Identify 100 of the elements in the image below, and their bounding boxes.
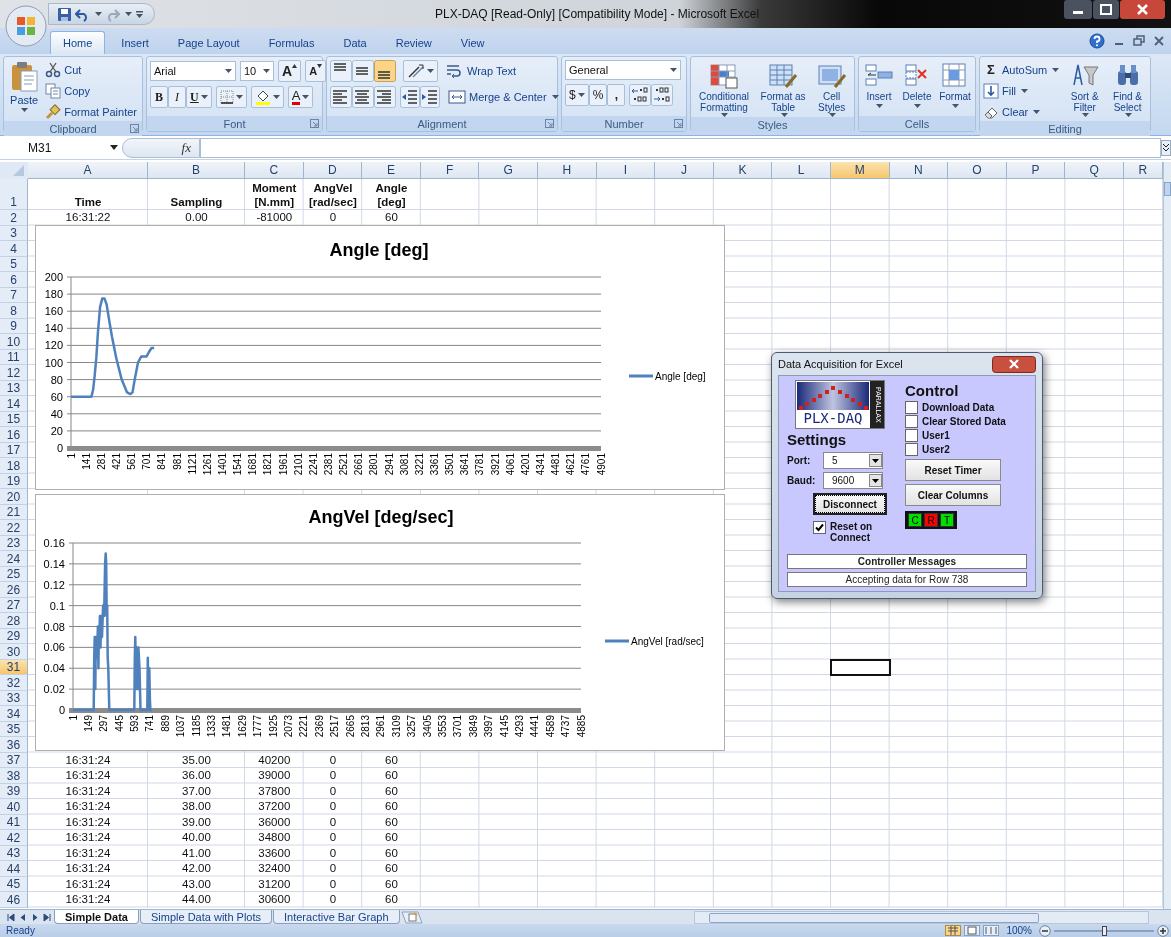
currency-button[interactable]: $ [565, 84, 589, 106]
ribbon-tab[interactable]: Review [382, 31, 445, 54]
sort-filter-button[interactable]: Sort & Filter [1065, 60, 1105, 117]
borders-button[interactable] [215, 86, 247, 108]
checkbox[interactable] [813, 521, 826, 534]
format-as-table-button[interactable]: Format as Table [757, 60, 809, 117]
close-icon[interactable] [992, 355, 1036, 373]
column-header[interactable]: R [1123, 162, 1163, 179]
column-header[interactable]: A [28, 162, 148, 179]
dialog-button[interactable]: Reset Timer [905, 459, 1001, 481]
zoom-in-icon[interactable] [1157, 924, 1169, 937]
zoom-level[interactable]: 100% [1006, 925, 1032, 936]
font-color-button[interactable]: A [287, 86, 314, 108]
row-header[interactable]: 2 [0, 210, 28, 226]
row-header[interactable]: 46 [0, 892, 28, 908]
save-icon[interactable] [57, 6, 72, 22]
column-header[interactable]: J [655, 162, 714, 179]
dialog-launcher-icon[interactable] [674, 119, 683, 128]
font-name-dropdown[interactable]: Arial [150, 61, 236, 81]
row-header[interactable]: 4 [0, 241, 28, 257]
vertical-scrollbar[interactable] [1163, 162, 1171, 909]
underline-button[interactable]: U [186, 86, 212, 108]
last-sheet-icon[interactable] [42, 911, 53, 923]
ribbon-tab[interactable]: Page Layout [164, 31, 253, 54]
row-header[interactable]: 36 [0, 737, 28, 753]
column-header[interactable]: M [830, 162, 890, 179]
close-icon[interactable] [1120, 0, 1165, 19]
customize-toolbar-icon[interactable] [135, 9, 144, 19]
row-header[interactable]: 32 [0, 675, 28, 691]
decrease-indent-icon[interactable] [400, 86, 420, 108]
align-bottom-icon[interactable] [374, 60, 396, 82]
column-header[interactable]: H [537, 162, 597, 179]
align-middle-icon[interactable] [352, 60, 374, 82]
column-header[interactable]: K [713, 162, 773, 179]
align-center-icon[interactable] [352, 86, 374, 108]
active-cell[interactable] [830, 659, 890, 675]
column-header[interactable]: I [596, 162, 656, 179]
increase-decimal-icon[interactable] [629, 84, 652, 106]
column-header[interactable]: L [772, 162, 831, 179]
ribbon-tab[interactable]: Formulas [255, 31, 328, 54]
row-header[interactable]: 28 [0, 613, 28, 629]
maximize-icon[interactable] [1093, 0, 1119, 19]
fill-color-button[interactable] [250, 86, 284, 108]
font-size-dropdown[interactable]: 10 [240, 61, 274, 81]
fill-button[interactable]: Fill [983, 81, 1062, 100]
grow-font-button[interactable]: A [278, 60, 302, 82]
column-header[interactable]: C [245, 162, 304, 179]
increase-indent-icon[interactable] [420, 86, 440, 108]
formula-field[interactable] [200, 137, 1161, 158]
minimize-icon[interactable] [1064, 0, 1092, 19]
format-button[interactable]: Format [938, 60, 972, 108]
column-header[interactable]: G [479, 162, 538, 179]
page-layout-view-icon[interactable] [964, 925, 981, 936]
autosum-button[interactable]: Σ AutoSum [983, 60, 1062, 79]
row-header[interactable]: 38 [0, 768, 28, 784]
align-top-icon[interactable] [330, 60, 352, 82]
copy-button[interactable]: Copy [45, 81, 139, 100]
row-header[interactable]: 24 [0, 551, 28, 567]
row-header[interactable]: 8 [0, 303, 28, 319]
column-header[interactable]: D [303, 162, 363, 179]
wrap-text-button[interactable]: Wrap Text [446, 61, 519, 81]
slider-thumb[interactable] [1102, 925, 1107, 936]
percent-button[interactable]: % [588, 84, 608, 106]
find-select-button[interactable]: Find & Select [1108, 60, 1147, 117]
ribbon-tab[interactable]: Insert [108, 31, 162, 54]
format-painter-button[interactable]: Format Painter [45, 102, 139, 121]
dialog-launcher-icon[interactable] [310, 119, 319, 128]
insert-function-button[interactable]: fx [122, 137, 200, 158]
decrease-decimal-icon[interactable] [651, 84, 674, 106]
disconnect-button[interactable]: Disconnect [813, 493, 887, 515]
row-header[interactable]: 16 [0, 427, 28, 443]
checkbox[interactable] [905, 414, 918, 428]
ribbon-tab[interactable]: Home [50, 31, 106, 54]
help-icon[interactable] [1089, 33, 1105, 49]
align-right-icon[interactable] [374, 86, 396, 108]
row-header[interactable]: 20 [0, 489, 28, 505]
close-icon[interactable] [1153, 35, 1165, 47]
sheet-tab[interactable]: Simple Data with Plots [139, 910, 272, 924]
row-header[interactable]: 1 [0, 179, 28, 210]
column-header[interactable]: Q [1065, 162, 1124, 179]
port-dropdown[interactable]: 5 [823, 452, 883, 469]
row-header[interactable]: 40 [0, 799, 28, 815]
comma-button[interactable]: , [607, 84, 626, 106]
checkbox[interactable] [905, 442, 918, 456]
column-header[interactable]: O [948, 162, 1007, 179]
delete-button[interactable]: Delete [900, 60, 934, 108]
column-header[interactable]: E [362, 162, 421, 179]
number-format-dropdown[interactable]: General [565, 60, 681, 80]
checkbox[interactable] [905, 400, 918, 414]
cell-styles-button[interactable]: Cell Styles [812, 60, 851, 117]
bold-button[interactable]: B [150, 86, 168, 108]
row-header[interactable]: 42 [0, 830, 28, 846]
ribbon-tab[interactable]: Data [330, 31, 380, 54]
cut-button[interactable]: Cut [45, 60, 139, 79]
normal-view-icon[interactable] [945, 925, 962, 936]
dialog-button[interactable]: Clear Columns [905, 484, 1001, 506]
restore-icon[interactable] [1133, 35, 1145, 47]
first-sheet-icon[interactable] [6, 911, 17, 923]
paste-button[interactable]: Paste [7, 60, 42, 112]
row-header[interactable]: 30 [0, 644, 28, 660]
